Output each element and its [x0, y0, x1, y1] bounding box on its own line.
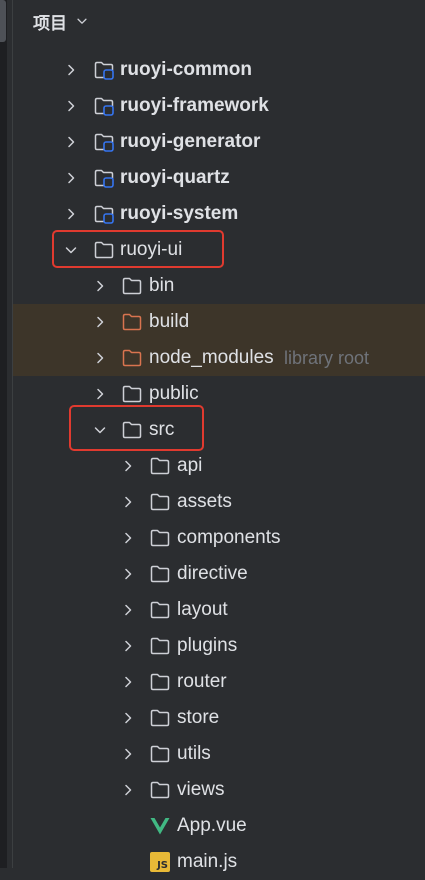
chevron-down-icon[interactable] [75, 14, 89, 28]
folder-icon [149, 455, 171, 477]
chevron-right-icon[interactable] [92, 278, 108, 294]
module-folder-icon [93, 167, 115, 189]
tree-item-store[interactable]: store [13, 700, 425, 736]
excluded-folder-icon [121, 347, 143, 369]
tree-item-components[interactable]: components [13, 520, 425, 556]
tree-item-app-vue[interactable]: App.vue [13, 808, 425, 844]
tree-item-label: App.vue [177, 815, 247, 836]
tree-item-views[interactable]: views [13, 772, 425, 808]
chevron-right-icon[interactable] [92, 314, 108, 330]
tree-item-label: public [149, 383, 199, 404]
project-panel-title: 项目 [33, 13, 67, 34]
tree-item-label: node_modules [149, 347, 274, 368]
folder-icon [149, 527, 171, 549]
module-folder-icon [93, 203, 115, 225]
chevron-right-icon[interactable] [120, 710, 136, 726]
chevron-right-icon[interactable] [120, 602, 136, 618]
tree-item-label: store [177, 707, 220, 728]
chevron-right-icon[interactable] [120, 638, 136, 654]
tree-item-label: ruoyi-quartz [120, 167, 230, 188]
tree-item-label: ruoyi-common [120, 59, 252, 80]
tree-item-plugins[interactable]: plugins [13, 628, 425, 664]
tree-item-label: build [149, 311, 190, 332]
highlight-box-ruoyi-ui [52, 230, 224, 268]
library-root-hint: library root [284, 348, 370, 368]
folder-icon [149, 491, 171, 513]
tree-item-label: ruoyi-generator [120, 131, 261, 152]
tree-item-node-modules[interactable]: node_modules library root [13, 340, 425, 376]
tree-item-label: ruoyi-system [120, 203, 239, 224]
chevron-right-icon[interactable] [120, 566, 136, 582]
tree-item-ruoyi-generator[interactable]: ruoyi-generator [13, 124, 425, 160]
highlight-box-src [69, 405, 204, 451]
chevron-right-icon[interactable] [120, 674, 136, 690]
tool-window-strip [0, 0, 7, 868]
tree-item-directive[interactable]: directive [13, 556, 425, 592]
folder-icon [149, 563, 171, 585]
tree-item-label: main.js [177, 851, 238, 872]
tree-item-bin[interactable]: bin [13, 268, 425, 304]
tree-item-ruoyi-framework[interactable]: ruoyi-framework [13, 88, 425, 124]
tree-item-ruoyi-system[interactable]: ruoyi-system [13, 196, 425, 232]
tree-item-label: api [177, 455, 203, 476]
chevron-right-icon[interactable] [120, 782, 136, 798]
tree-item-build[interactable]: build [13, 304, 425, 340]
tree-item-label: utils [177, 743, 211, 764]
tree-item-assets[interactable]: assets [13, 484, 425, 520]
module-folder-icon [93, 59, 115, 81]
folder-icon [149, 707, 171, 729]
tree-item-label: plugins [177, 635, 238, 656]
tree-item-label: bin [149, 275, 175, 296]
tree-item-ruoyi-quartz[interactable]: ruoyi-quartz [13, 160, 425, 196]
excluded-folder-icon [121, 311, 143, 333]
tree-item-label: views [177, 779, 225, 800]
tree-item-label: assets [177, 491, 232, 512]
chevron-right-icon[interactable] [63, 62, 79, 78]
tree-item-router[interactable]: router [13, 664, 425, 700]
js-file-icon: JS [150, 852, 170, 872]
chevron-right-icon[interactable] [63, 170, 79, 186]
vue-file-icon [149, 815, 171, 837]
project-panel-header[interactable]: 项目 [13, 0, 425, 42]
chevron-right-icon[interactable] [120, 746, 136, 762]
folder-icon [149, 599, 171, 621]
module-folder-icon [93, 95, 115, 117]
tree-item-label: directive [177, 563, 248, 584]
tool-window-strip-thumb [0, 0, 6, 42]
chevron-right-icon[interactable] [63, 134, 79, 150]
tree-item-label: router [177, 671, 227, 692]
module-folder-icon [93, 131, 115, 153]
chevron-right-icon[interactable] [92, 350, 108, 366]
folder-icon [149, 743, 171, 765]
chevron-right-icon[interactable] [63, 206, 79, 222]
chevron-right-icon[interactable] [92, 386, 108, 402]
chevron-right-icon[interactable] [120, 494, 136, 510]
tree-item-ruoyi-common[interactable]: ruoyi-common [13, 52, 425, 88]
folder-icon [149, 671, 171, 693]
tree-item-utils[interactable]: utils [13, 736, 425, 772]
folder-icon [121, 383, 143, 405]
folder-icon [149, 779, 171, 801]
tree-item-layout[interactable]: layout [13, 592, 425, 628]
chevron-right-icon[interactable] [120, 530, 136, 546]
tree-item-api[interactable]: api [13, 448, 425, 484]
tree-item-main-js[interactable]: JS main.js [13, 844, 425, 880]
tree-item-label: layout [177, 599, 228, 620]
tree-item-label: components [177, 527, 281, 548]
chevron-right-icon[interactable] [63, 98, 79, 114]
folder-icon [121, 275, 143, 297]
folder-icon [149, 635, 171, 657]
chevron-right-icon[interactable] [120, 458, 136, 474]
tree-item-label: ruoyi-framework [120, 95, 269, 116]
